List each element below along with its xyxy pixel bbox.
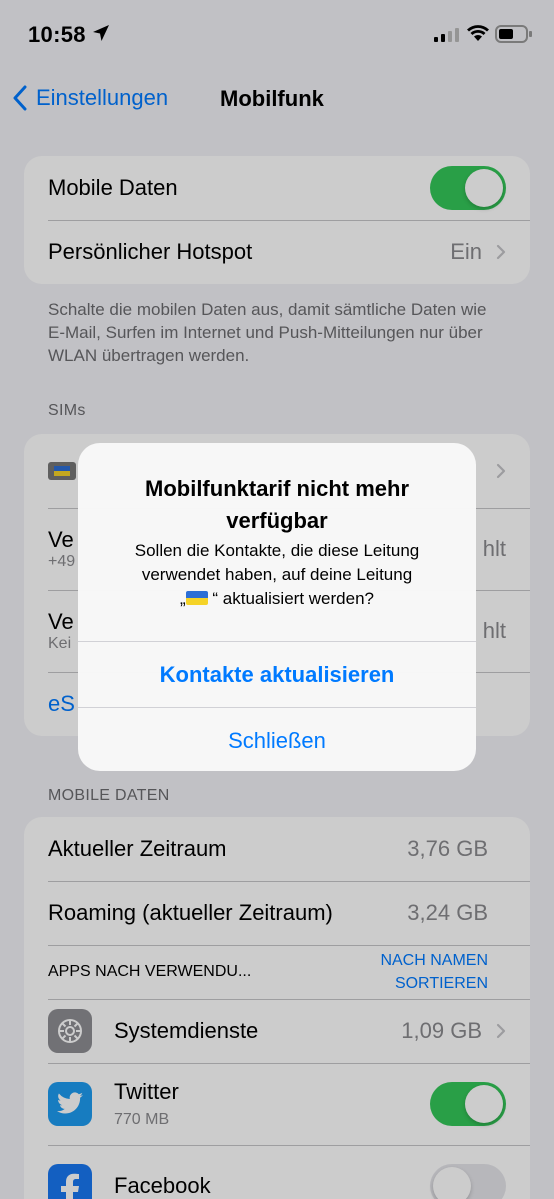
alert-message: Sollen die Kontakte, die diese Leitung v… [98,539,456,611]
update-contacts-button[interactable]: Kontakte aktualisieren [78,641,476,707]
alert-dialog: Mobilfunktarif nicht mehr verfügbar Soll… [78,443,476,771]
ukraine-flag-icon [185,591,208,605]
alert-message-text: Sollen die Kontakte, die diese Leitung v… [134,541,420,584]
settings-screen: 10:58 Einstellungen Mobilfunk Mobile Dat… [0,0,554,1199]
quote-open: „ [180,589,186,608]
close-button[interactable]: Schließen [78,707,476,771]
quote-close: “ aktualisiert werden? [212,589,374,608]
alert-title: Mobilfunktarif nicht mehr verfügbar [145,476,409,533]
